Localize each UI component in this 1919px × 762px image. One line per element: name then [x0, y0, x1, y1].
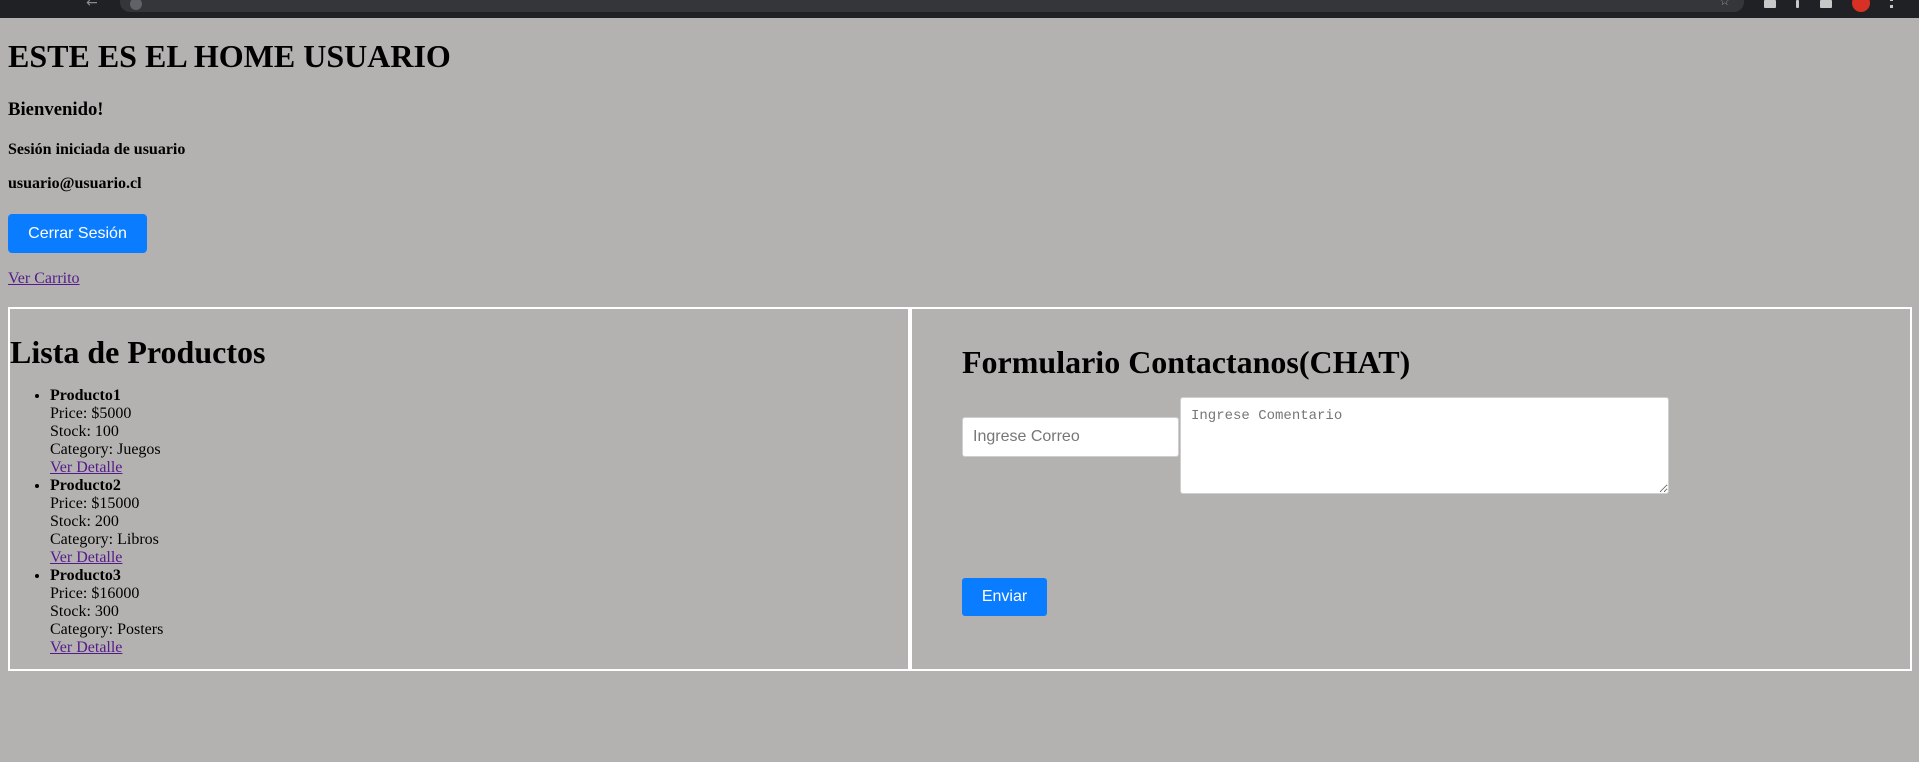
back-arrow-icon[interactable]: ←: [86, 0, 98, 11]
product-stock: Stock: 300: [50, 603, 119, 620]
user-email: usuario@usuario.cl: [8, 175, 142, 192]
comment-field[interactable]: [1180, 397, 1669, 494]
list-item: Producto3 Price: $16000 Stock: 300 Categ…: [50, 567, 163, 657]
product-name: Producto3: [50, 567, 121, 584]
product-name: Producto2: [50, 477, 121, 494]
browser-menu-icon[interactable]: [1890, 0, 1896, 8]
view-detail-link[interactable]: Ver Detalle: [50, 639, 163, 657]
extension-pin-icon[interactable]: [1796, 0, 1799, 8]
profile-avatar-icon[interactable]: [1852, 0, 1870, 12]
product-price: Price: $15000: [50, 495, 140, 512]
view-cart-link[interactable]: Ver Carrito: [8, 270, 80, 288]
contact-panel: Formulario Contactanos(CHAT) Enviar: [910, 307, 1912, 671]
product-name: Producto1: [50, 387, 121, 404]
product-category: Category: Juegos: [50, 441, 161, 458]
logout-button[interactable]: Cerrar Sesión: [8, 214, 147, 253]
product-stock: Stock: 100: [50, 423, 119, 440]
product-category: Category: Libros: [50, 531, 159, 548]
address-bar[interactable]: ☆: [120, 0, 1744, 12]
product-price: Price: $16000: [50, 585, 140, 602]
product-category: Category: Posters: [50, 621, 164, 638]
product-stock: Stock: 200: [50, 513, 119, 530]
email-field[interactable]: [962, 417, 1179, 457]
list-item: Producto1 Price: $5000 Stock: 100 Catego…: [50, 387, 163, 477]
send-button[interactable]: Enviar: [962, 578, 1047, 616]
products-title: Lista de Productos: [10, 334, 266, 370]
sidebar-icon[interactable]: [1820, 0, 1832, 8]
products-panel: Lista de Productos Producto1 Price: $500…: [8, 307, 910, 671]
view-detail-link[interactable]: Ver Detalle: [50, 549, 163, 567]
site-info-icon[interactable]: [130, 0, 142, 10]
session-status-label: Sesión iniciada de usuario: [8, 141, 186, 158]
contact-title: Formulario Contactanos(CHAT): [962, 344, 1411, 380]
welcome-heading: Bienvenido!: [8, 99, 104, 120]
view-detail-link[interactable]: Ver Detalle: [50, 459, 163, 477]
browser-toolbar: ← ☆: [0, 0, 1919, 18]
product-list: Producto1 Price: $5000 Stock: 100 Catego…: [50, 387, 163, 657]
product-price: Price: $5000: [50, 405, 132, 422]
extension-icon[interactable]: [1764, 0, 1776, 8]
bookmark-star-icon[interactable]: ☆: [1719, 0, 1730, 8]
list-item: Producto2 Price: $15000 Stock: 200 Categ…: [50, 477, 163, 567]
page-title: ESTE ES EL HOME USUARIO: [8, 38, 451, 74]
